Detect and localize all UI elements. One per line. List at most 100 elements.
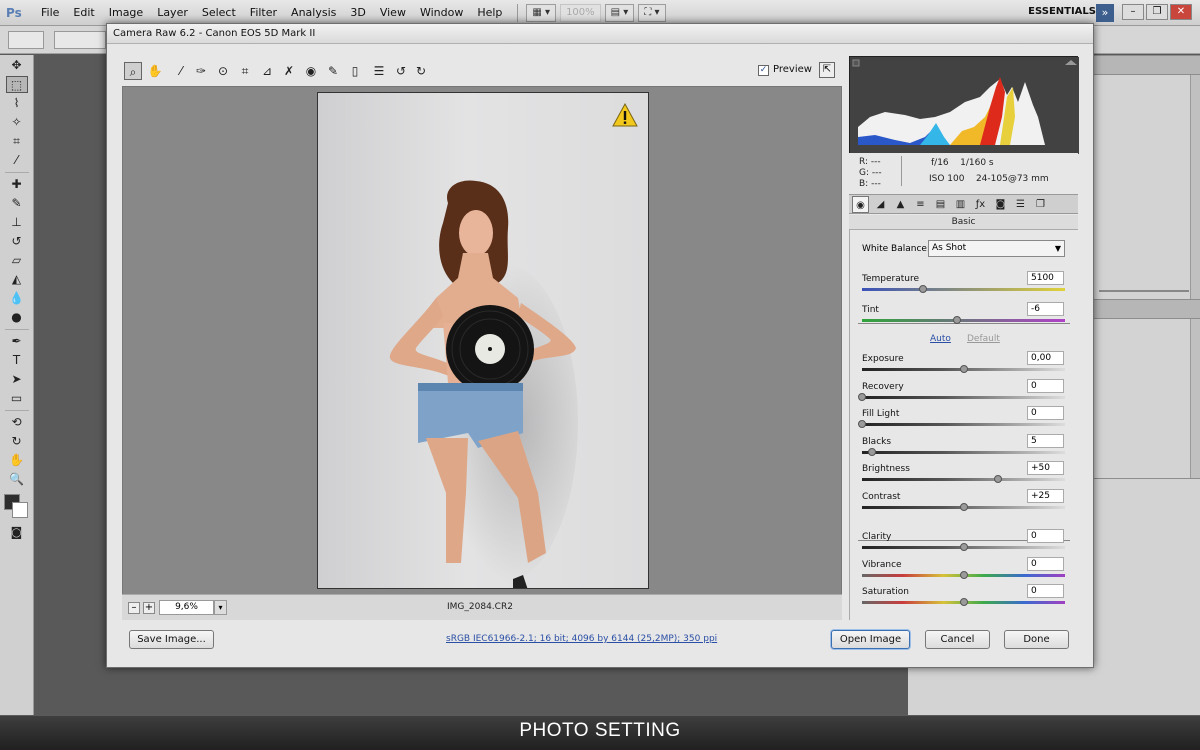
tab-presets-icon[interactable]: ☰ <box>1012 196 1029 213</box>
open-image-button[interactable]: Open Image <box>831 630 910 649</box>
zoom-dropdown-icon[interactable]: ▾ <box>214 600 227 615</box>
type-tool-icon[interactable]: T <box>6 352 28 369</box>
menu-image[interactable]: Image <box>102 6 150 19</box>
menu-select[interactable]: Select <box>195 6 243 19</box>
fullscreen-icon[interactable]: ⇱ <box>819 62 835 78</box>
zoom-level[interactable]: 100% <box>560 3 601 22</box>
zoom-tool-icon[interactable]: ⌕ <box>124 62 142 80</box>
brightness-value[interactable]: +50 <box>1027 461 1064 475</box>
bridge-button[interactable]: ▦ ▾ <box>526 3 557 22</box>
straighten-tool-icon[interactable]: ⊿ <box>258 62 276 80</box>
tab-split-toning-icon[interactable]: ▤ <box>932 196 949 213</box>
tab-snapshots-icon[interactable]: ❐ <box>1032 196 1049 213</box>
menu-window[interactable]: Window <box>413 6 470 19</box>
tab-hsl-icon[interactable]: ≡ <box>912 196 929 213</box>
white-balance-tool-icon[interactable]: ⁄ <box>172 62 190 80</box>
quick-mask-icon[interactable]: ◙ <box>6 524 28 541</box>
tab-lens-corrections-icon[interactable]: ▥ <box>952 196 969 213</box>
menu-view[interactable]: View <box>373 6 413 19</box>
blacks-slider-thumb[interactable] <box>868 448 877 456</box>
blacks-value[interactable]: 5 <box>1027 434 1064 448</box>
vibrance-slider-thumb[interactable] <box>959 571 968 579</box>
3d-orbit-tool-icon[interactable]: ↻ <box>6 433 28 450</box>
contrast-value[interactable]: +25 <box>1027 489 1064 503</box>
tab-effects-icon[interactable]: ƒx <box>972 196 989 213</box>
rotate-ccw-icon[interactable]: ↺ <box>392 62 410 80</box>
clarity-value[interactable]: 0 <box>1027 529 1064 543</box>
healing-brush-tool-icon[interactable]: ✚ <box>6 176 28 193</box>
fill-light-slider[interactable] <box>862 423 1065 426</box>
graduated-filter-icon[interactable]: ▯ <box>346 62 364 80</box>
rotate-cw-icon[interactable]: ↻ <box>412 62 430 80</box>
preferences-icon[interactable]: ☰ <box>370 62 388 80</box>
menu-layer[interactable]: Layer <box>150 6 195 19</box>
zoom-tool-icon[interactable]: 🔍 <box>6 471 28 488</box>
dodge-tool-icon[interactable]: ● <box>6 309 28 326</box>
pen-tool-icon[interactable]: ✒ <box>6 333 28 350</box>
red-eye-tool-icon[interactable]: ◉ <box>302 62 320 80</box>
arrange-documents-button[interactable]: ▤ ▾ <box>604 3 635 22</box>
exposure-slider-thumb[interactable] <box>959 365 968 373</box>
tint-slider[interactable] <box>862 319 1065 322</box>
quick-selection-tool-icon[interactable]: ✧ <box>6 114 28 131</box>
background-color[interactable] <box>11 502 28 518</box>
zoom-out-button[interactable]: – <box>128 602 140 614</box>
restore-icon[interactable]: ❐ <box>1146 4 1168 20</box>
marquee-tool-icon[interactable]: ⬚ <box>5 76 28 93</box>
panel-header[interactable] <box>1093 299 1200 319</box>
tab-detail-icon[interactable]: ▲ <box>892 196 909 213</box>
default-link[interactable]: Default <box>967 334 1000 344</box>
menu-edit[interactable]: Edit <box>66 6 101 19</box>
white-balance-select[interactable]: As Shot ▼ <box>928 240 1065 257</box>
hand-tool-icon[interactable]: ✋ <box>6 452 28 469</box>
tool-preset-picker[interactable] <box>8 31 44 49</box>
history-brush-tool-icon[interactable]: ↺ <box>6 233 28 250</box>
panel-scrollbar[interactable] <box>1190 75 1200 300</box>
tab-basic-icon[interactable]: ◉ <box>852 196 869 213</box>
clarity-slider-thumb[interactable] <box>959 543 968 551</box>
fill-light-slider-thumb[interactable] <box>858 420 866 428</box>
menu-3d[interactable]: 3D <box>343 6 372 19</box>
cancel-button[interactable]: Cancel <box>925 630 990 649</box>
temperature-value[interactable]: 5100 <box>1027 271 1064 285</box>
targeted-adjustment-tool-icon[interactable]: ⊙ <box>214 62 232 80</box>
rectangle-tool-icon[interactable]: ▭ <box>6 390 28 407</box>
eraser-tool-icon[interactable]: ▱ <box>6 252 28 269</box>
panel-slider[interactable] <box>1099 290 1189 292</box>
lasso-tool-icon[interactable]: ⌇ <box>6 95 28 112</box>
hand-tool-icon[interactable]: ✋ <box>146 62 164 80</box>
brush-tool-icon[interactable]: ✎ <box>6 195 28 212</box>
panel-scrollbar[interactable] <box>1190 319 1200 479</box>
blacks-slider[interactable] <box>862 451 1065 454</box>
save-image-button[interactable]: Save Image... <box>129 630 214 649</box>
spot-removal-tool-icon[interactable]: ✗ <box>280 62 298 80</box>
menu-filter[interactable]: Filter <box>243 6 284 19</box>
temperature-slider[interactable] <box>862 288 1065 291</box>
3d-rotate-tool-icon[interactable]: ⟲ <box>6 414 28 431</box>
panel-header[interactable] <box>1093 55 1200 75</box>
menu-analysis[interactable]: Analysis <box>284 6 343 19</box>
path-selection-tool-icon[interactable]: ➤ <box>6 371 28 388</box>
zoom-in-button[interactable]: + <box>143 602 155 614</box>
tab-tone-curve-icon[interactable]: ◢ <box>872 196 889 213</box>
eyedropper-tool-icon[interactable]: ⁄ <box>6 152 28 169</box>
move-tool-icon[interactable]: ✥ <box>6 57 28 74</box>
recovery-value[interactable]: 0 <box>1027 379 1064 393</box>
workspace-expand-icon[interactable]: » <box>1096 4 1114 22</box>
brightness-slider-thumb[interactable] <box>994 475 1002 483</box>
close-icon[interactable]: ✕ <box>1170 4 1192 20</box>
zoom-value[interactable]: 9,6% <box>159 600 214 615</box>
warning-icon[interactable] <box>612 103 638 127</box>
saturation-value[interactable]: 0 <box>1027 584 1064 598</box>
menu-file[interactable]: File <box>34 6 66 19</box>
recovery-slider[interactable] <box>862 396 1065 399</box>
menu-help[interactable]: Help <box>470 6 509 19</box>
tab-camera-calibration-icon[interactable]: ◙ <box>992 196 1009 213</box>
blur-tool-icon[interactable]: 💧 <box>6 290 28 307</box>
temperature-slider-thumb[interactable] <box>918 285 927 293</box>
color-sampler-tool-icon[interactable]: ✑ <box>192 62 210 80</box>
color-swatches[interactable] <box>2 492 32 522</box>
brightness-slider[interactable] <box>862 478 1065 481</box>
done-button[interactable]: Done <box>1004 630 1069 649</box>
exposure-value[interactable]: 0,00 <box>1027 351 1064 365</box>
